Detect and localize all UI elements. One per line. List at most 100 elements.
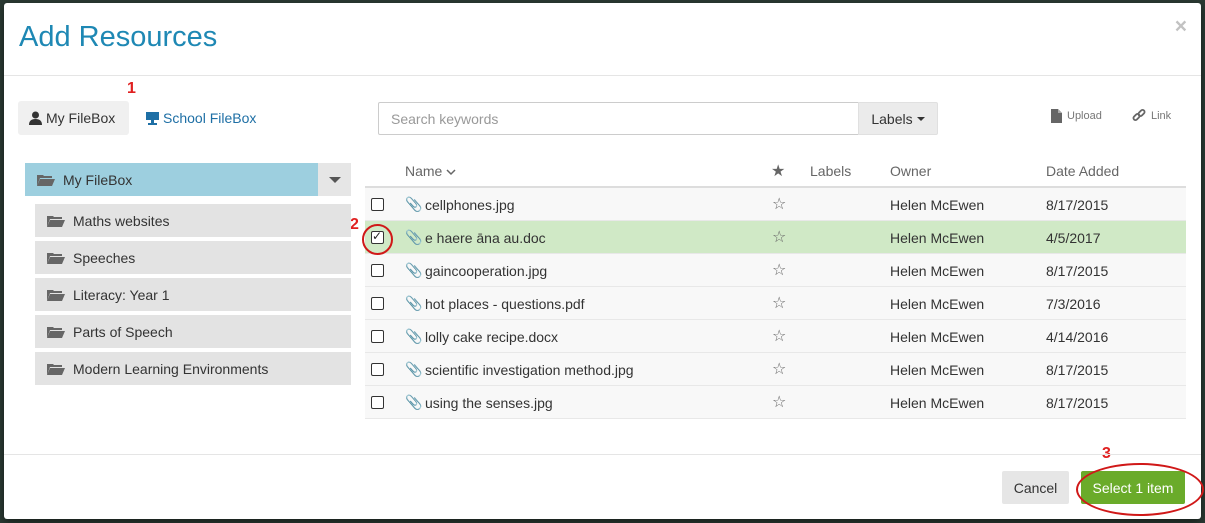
file-owner: Helen McEwen — [890, 362, 985, 378]
folder-item[interactable]: Maths websites — [35, 204, 351, 237]
file-name[interactable]: scientific investigation method.jpg — [425, 362, 634, 378]
file-name[interactable]: cellphones.jpg — [425, 197, 515, 213]
tab-school-filebox[interactable]: School FileBox — [135, 101, 267, 135]
paperclip-icon: 📎 — [405, 328, 423, 344]
folder-item[interactable]: Parts of Speech — [35, 315, 351, 348]
cancel-button[interactable]: Cancel — [1002, 471, 1069, 504]
file-name[interactable]: lolly cake recipe.docx — [425, 329, 558, 345]
select-items-button[interactable]: Select 1 item — [1081, 471, 1185, 504]
link-icon — [1132, 109, 1146, 121]
folder-root-my-filebox[interactable]: My FileBox — [25, 163, 318, 196]
column-header-labels: Labels — [810, 163, 852, 179]
column-header-name[interactable]: Name — [405, 163, 456, 179]
star-icon[interactable]: ☆ — [772, 260, 786, 280]
file-owner: Helen McEwen — [890, 395, 985, 411]
folder-open-icon — [47, 289, 65, 301]
folder-open-icon — [47, 363, 65, 375]
column-header-owner: Owner — [890, 163, 932, 179]
labels-button-label: Labels — [871, 110, 913, 127]
paperclip-icon: 📎 — [405, 361, 423, 377]
folder-item[interactable]: Literacy: Year 1 — [35, 278, 351, 311]
tab-my-filebox-label: My FileBox — [46, 110, 116, 126]
paperclip-icon: 📎 — [405, 262, 423, 278]
file-owner: Helen McEwen — [890, 329, 985, 345]
table-row[interactable]: 📎 hot places - questions.pdf ☆ Helen McE… — [365, 287, 1186, 320]
folder-item-label: Maths websites — [73, 212, 170, 229]
tab-school-filebox-label: School FileBox — [163, 110, 257, 126]
paperclip-icon: 📎 — [405, 229, 423, 245]
file-owner: Helen McEwen — [890, 230, 985, 246]
user-icon — [29, 111, 42, 125]
file-date: 8/17/2015 — [1046, 197, 1109, 213]
file-date: 8/17/2015 — [1046, 395, 1109, 411]
file-name[interactable]: e haere āna au.doc — [425, 230, 546, 246]
folder-item-label: Parts of Speech — [73, 323, 173, 340]
folder-open-icon — [37, 174, 55, 186]
file-icon — [1051, 109, 1062, 123]
annotation-1: 1 — [127, 80, 136, 97]
tab-my-filebox[interactable]: My FileBox — [18, 101, 129, 135]
paperclip-icon: 📎 — [405, 196, 423, 212]
row-checkbox[interactable] — [371, 264, 384, 277]
upload-label: Upload — [1067, 110, 1102, 122]
row-checkbox[interactable] — [371, 198, 384, 211]
file-owner: Helen McEwen — [890, 197, 985, 213]
folder-root-label: My FileBox — [63, 171, 133, 188]
row-checkbox[interactable] — [371, 363, 384, 376]
table-row[interactable]: 📎 using the senses.jpg ☆ Helen McEwen 8/… — [365, 386, 1186, 419]
file-owner: Helen McEwen — [890, 296, 985, 312]
column-header-date: Date Added — [1046, 163, 1120, 179]
column-header-star-icon: ★ — [771, 163, 786, 180]
file-date: 7/3/2016 — [1046, 296, 1101, 312]
school-icon — [146, 111, 159, 125]
star-icon[interactable]: ☆ — [772, 359, 786, 379]
table-row-selected[interactable]: 📎 e haere āna au.doc ☆ Helen McEwen 4/5/… — [365, 221, 1186, 254]
folder-item-label: Speeches — [73, 249, 136, 266]
file-date: 4/14/2016 — [1046, 329, 1109, 345]
folder-item[interactable]: Modern Learning Environments — [35, 352, 351, 385]
table-row[interactable]: 📎 cellphones.jpg ☆ Helen McEwen 8/17/201… — [365, 188, 1186, 221]
folder-open-icon — [47, 215, 65, 227]
file-name[interactable]: using the senses.jpg — [425, 395, 553, 411]
row-checkbox[interactable] — [371, 297, 384, 310]
row-checkbox[interactable] — [371, 330, 384, 343]
table-row[interactable]: 📎 gaincooperation.jpg ☆ Helen McEwen 8/1… — [365, 254, 1186, 287]
star-icon[interactable]: ☆ — [772, 293, 786, 313]
file-date: 4/5/2017 — [1046, 230, 1101, 246]
folder-item-label: Literacy: Year 1 — [73, 286, 170, 303]
triangle-down-icon — [328, 176, 341, 183]
table-row[interactable]: 📎 lolly cake recipe.docx ☆ Helen McEwen … — [365, 320, 1186, 353]
folder-item-label: Modern Learning Environments — [73, 360, 269, 377]
file-date: 8/17/2015 — [1046, 263, 1109, 279]
star-icon[interactable]: ☆ — [772, 326, 786, 346]
star-icon[interactable]: ☆ — [772, 392, 786, 412]
folder-menu-toggle[interactable] — [318, 163, 351, 196]
folder-open-icon — [47, 252, 65, 264]
paperclip-icon: 📎 — [405, 295, 423, 311]
search-input[interactable] — [378, 102, 859, 135]
labels-dropdown-button[interactable]: Labels — [858, 102, 938, 135]
link-button[interactable]: Link — [1132, 109, 1171, 123]
file-owner: Helen McEwen — [890, 263, 985, 279]
row-checkbox[interactable] — [371, 396, 384, 409]
folder-item[interactable]: Speeches — [35, 241, 351, 274]
file-name[interactable]: gaincooperation.jpg — [425, 263, 547, 279]
dialog-header: Add Resources × — [4, 3, 1201, 76]
caret-down-icon — [916, 116, 925, 121]
add-resources-dialog: Add Resources × 1 2 3 My FileBox School … — [4, 3, 1204, 519]
chevron-down-icon — [446, 169, 456, 176]
table-row[interactable]: 📎 scientific investigation method.jpg ☆ … — [365, 353, 1186, 386]
annotation-2: 2 — [350, 216, 359, 233]
folder-open-icon — [47, 326, 65, 338]
dialog-title: Add Resources — [19, 21, 218, 53]
footer-divider — [4, 454, 1201, 455]
link-label: Link — [1151, 110, 1172, 122]
paperclip-icon: 📎 — [405, 394, 423, 410]
close-icon[interactable]: × — [1175, 15, 1187, 39]
file-name[interactable]: hot places - questions.pdf — [425, 296, 585, 312]
row-checkbox[interactable] — [371, 229, 384, 244]
upload-button[interactable]: Upload — [1051, 109, 1102, 123]
star-icon[interactable]: ☆ — [772, 227, 786, 247]
star-icon[interactable]: ☆ — [772, 194, 786, 214]
file-date: 8/17/2015 — [1046, 362, 1109, 378]
